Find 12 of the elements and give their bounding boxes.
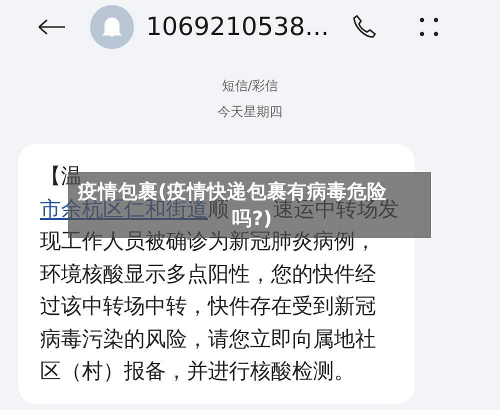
contact-name: 1069210538... xyxy=(146,11,329,44)
phone-icon[interactable] xyxy=(350,14,377,40)
message-text: 区（村）报备，并进行核酸检测。 xyxy=(40,358,355,385)
message-type-label: 短信/彩信 xyxy=(222,78,278,96)
date-label: 今天星期四 xyxy=(218,104,282,122)
message-text: 过该中转场中转，快件存在受到新冠 xyxy=(40,293,376,320)
message-text: 病毒污染的风险，请您立即向属地社 xyxy=(40,326,376,352)
back-icon[interactable] xyxy=(38,19,66,35)
caption-text: 吗?) xyxy=(232,206,272,230)
bell-icon xyxy=(90,5,134,49)
more-icon[interactable] xyxy=(418,17,439,37)
message-text: 环境核酸显示多点阳性，您的快件经 xyxy=(40,260,376,288)
